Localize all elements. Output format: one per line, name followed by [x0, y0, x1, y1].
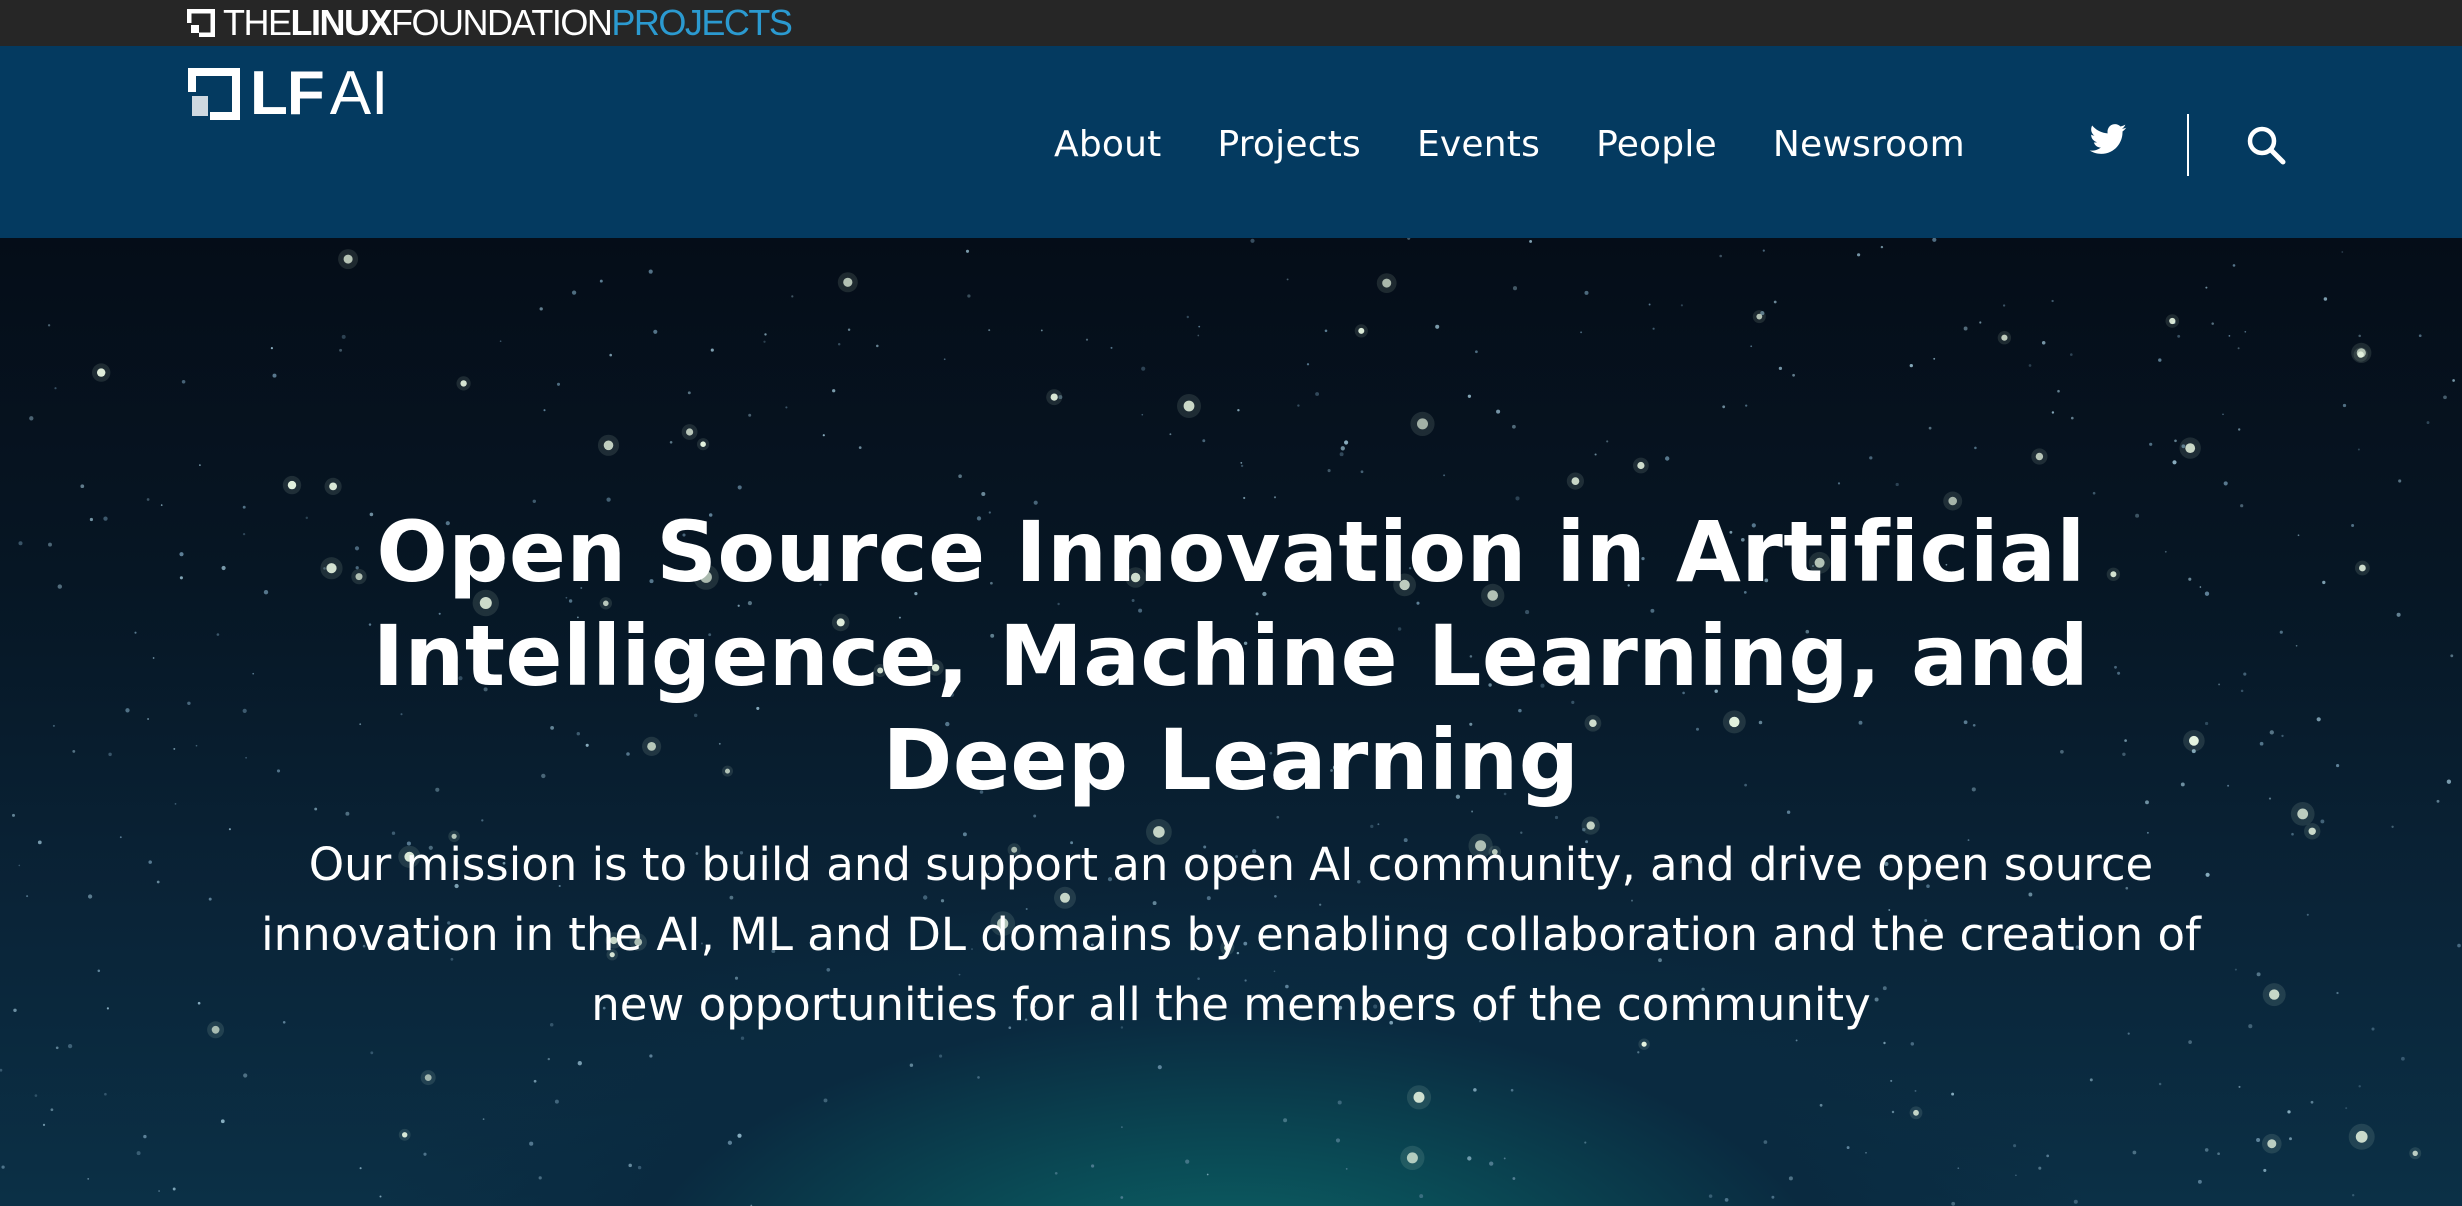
nav-newsroom[interactable]: Newsroom — [1773, 124, 1965, 165]
hero-section: Open Source Innovation in Artificial Int… — [0, 238, 2462, 1206]
wordmark-projects: PROJECTS — [611, 2, 793, 43]
nav-people[interactable]: People — [1596, 124, 1717, 165]
twitter-icon — [2089, 124, 2127, 154]
linux-foundation-bar: THELINUXFOUNDATIONPROJECTS — [0, 0, 2462, 46]
wordmark-linux: LINUX — [290, 2, 393, 43]
nav-events[interactable]: Events — [1417, 124, 1540, 165]
wordmark-foundation: FOUNDATION — [391, 2, 613, 43]
hero-subtitle: Our mission is to build and support an o… — [261, 838, 2201, 1031]
nav-projects[interactable]: Projects — [1217, 124, 1361, 165]
linux-foundation-projects-logo[interactable]: THELINUXFOUNDATIONPROJECTS — [186, 2, 793, 43]
lf-ai-mark-icon — [188, 68, 240, 120]
logo-ai-text: AI — [329, 59, 389, 128]
header-divider — [2187, 114, 2189, 176]
nav-about[interactable]: About — [1054, 124, 1161, 165]
hero-title: Open Source Innovation in Artificial Int… — [372, 503, 2090, 809]
lf-ai-logo[interactable]: LFAI — [188, 63, 388, 125]
twitter-link[interactable] — [2088, 120, 2128, 160]
linux-foundation-mark-icon — [186, 8, 216, 38]
wordmark-the: THE — [223, 2, 292, 43]
main-navigation: About Projects Events People Newsroom — [1054, 108, 1965, 180]
search-button[interactable] — [2245, 124, 2287, 166]
logo-lf-text: LF — [250, 59, 325, 128]
lf-ai-wordmark: LFAI — [250, 63, 388, 125]
search-icon — [2247, 126, 2286, 165]
linux-foundation-wordmark: THELINUXFOUNDATIONPROJECTS — [223, 2, 793, 43]
